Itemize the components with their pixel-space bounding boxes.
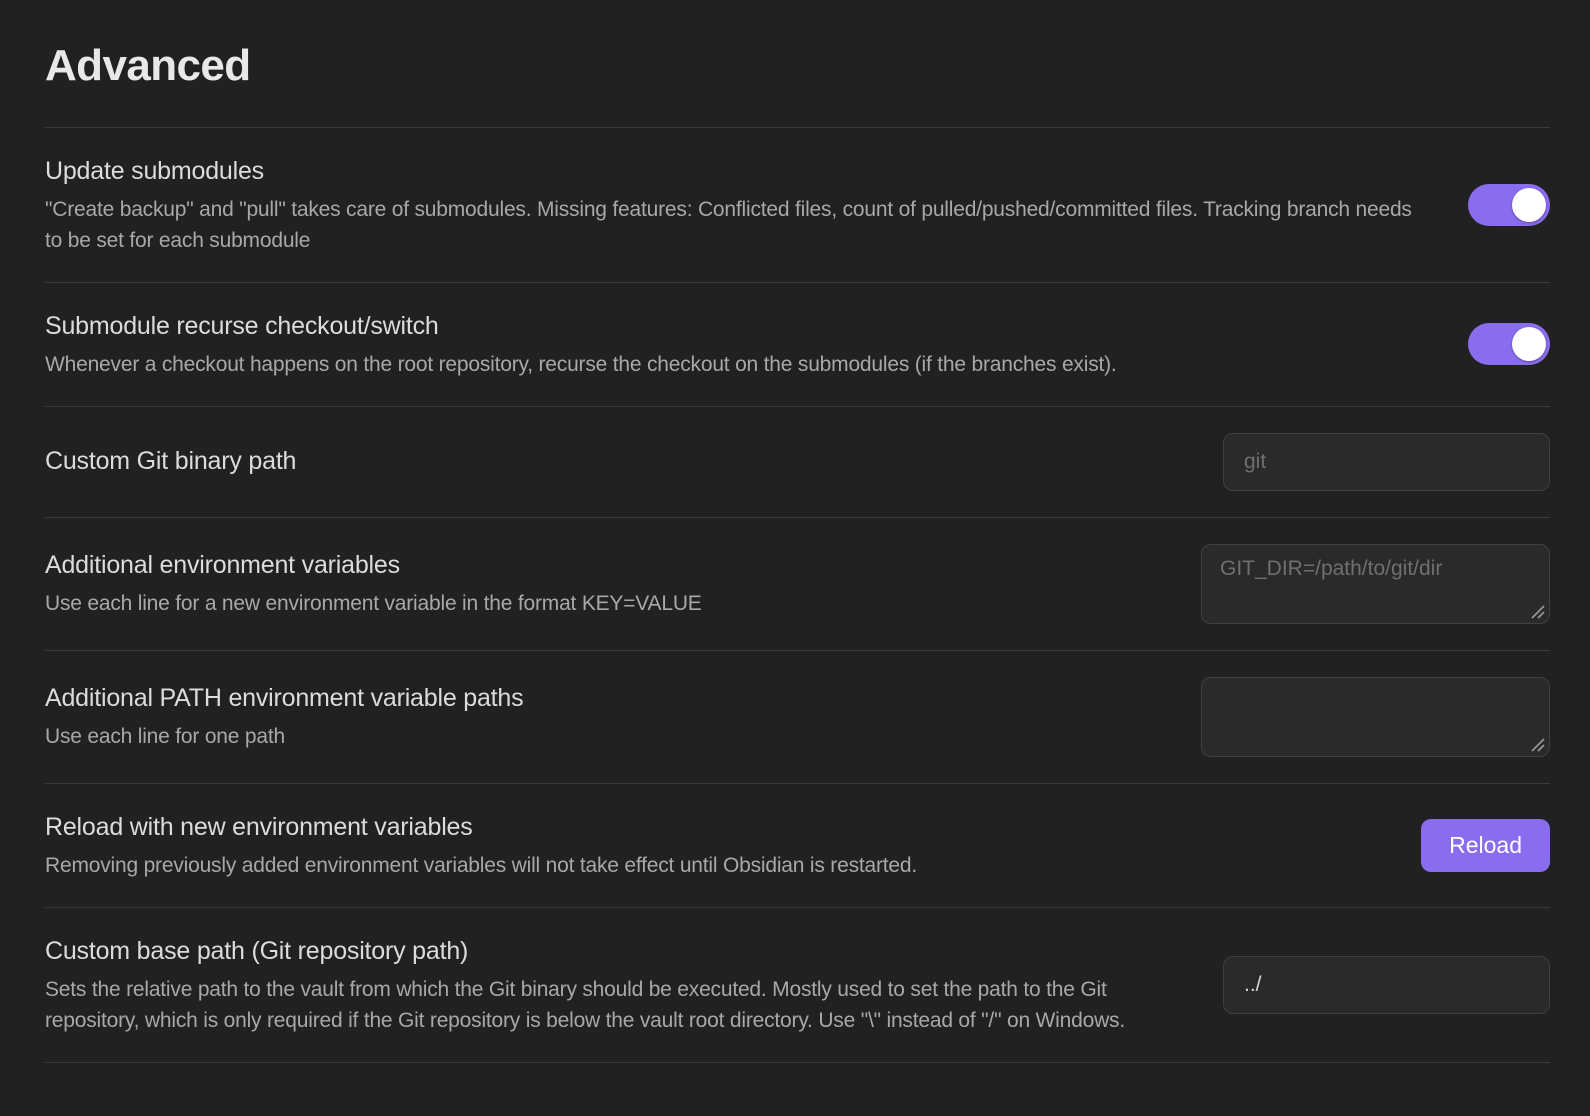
setting-row-env-variables: Additional environment variables Use eac… — [45, 517, 1550, 650]
page-title: Advanced — [45, 0, 1550, 93]
setting-control — [1201, 677, 1550, 757]
setting-row-update-submodules: Update submodules "Create backup" and "p… — [45, 127, 1550, 282]
custom-base-path-input[interactable] — [1223, 956, 1550, 1014]
setting-name: Additional PATH environment variable pat… — [45, 681, 1153, 716]
setting-row-path-variable: Additional PATH environment variable pat… — [45, 650, 1550, 783]
setting-description: Sets the relative path to the vault from… — [45, 974, 1175, 1036]
reload-button[interactable]: Reload — [1421, 819, 1550, 872]
env-variables-textarea[interactable] — [1201, 544, 1550, 624]
setting-control — [1468, 323, 1550, 365]
setting-info: Reload with new environment variables Re… — [45, 810, 1421, 881]
setting-control — [1223, 956, 1550, 1014]
submodule-recurse-toggle[interactable] — [1468, 323, 1550, 365]
setting-control: Reload — [1421, 819, 1550, 872]
textarea-wrapper — [1201, 677, 1550, 757]
toggle-knob — [1512, 188, 1546, 222]
git-binary-path-input[interactable] — [1223, 433, 1550, 491]
setting-info: Custom Git binary path — [45, 444, 1223, 479]
setting-name: Submodule recurse checkout/switch — [45, 309, 1420, 344]
setting-control — [1223, 433, 1550, 491]
textarea-wrapper — [1201, 544, 1550, 624]
toggle-knob — [1512, 327, 1546, 361]
setting-description: Use each line for one path — [45, 721, 1153, 752]
setting-row-git-binary-path: Custom Git binary path — [45, 406, 1550, 517]
setting-info: Additional PATH environment variable pat… — [45, 681, 1201, 752]
setting-name: Custom Git binary path — [45, 444, 1175, 479]
setting-name: Update submodules — [45, 154, 1420, 189]
next-section-divider — [45, 1062, 1550, 1080]
setting-row-reload-env: Reload with new environment variables Re… — [45, 783, 1550, 907]
settings-page-advanced: Advanced Update submodules "Create backu… — [0, 0, 1590, 1080]
setting-row-custom-base-path: Custom base path (Git repository path) S… — [45, 907, 1550, 1062]
setting-control — [1201, 544, 1550, 624]
setting-name: Additional environment variables — [45, 548, 1153, 583]
setting-info: Update submodules "Create backup" and "p… — [45, 154, 1468, 256]
setting-description: Removing previously added environment va… — [45, 850, 1373, 881]
setting-name: Custom base path (Git repository path) — [45, 934, 1175, 969]
setting-info: Additional environment variables Use eac… — [45, 548, 1201, 619]
setting-description: Whenever a checkout happens on the root … — [45, 349, 1420, 380]
update-submodules-toggle[interactable] — [1468, 184, 1550, 226]
setting-description: Use each line for a new environment vari… — [45, 588, 1153, 619]
setting-row-submodule-recurse: Submodule recurse checkout/switch Whenev… — [45, 282, 1550, 406]
setting-control — [1468, 184, 1550, 226]
setting-info: Custom base path (Git repository path) S… — [45, 934, 1223, 1036]
setting-info: Submodule recurse checkout/switch Whenev… — [45, 309, 1468, 380]
path-variable-textarea[interactable] — [1201, 677, 1550, 757]
setting-description: "Create backup" and "pull" takes care of… — [45, 194, 1420, 256]
setting-name: Reload with new environment variables — [45, 810, 1373, 845]
